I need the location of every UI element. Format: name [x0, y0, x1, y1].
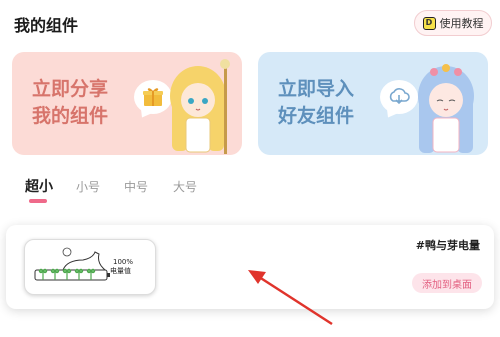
- add-to-desktop-button[interactable]: 添加到桌面: [412, 273, 482, 293]
- share-banner-line2: 我的组件: [32, 105, 109, 127]
- anime-character-illustration: [170, 59, 230, 154]
- widget-preview[interactable]: 100% 电量值: [24, 239, 156, 295]
- tab-extra-small[interactable]: 超小: [25, 176, 53, 196]
- widget-name: #鸭与芽电量: [415, 239, 480, 252]
- tutorial-label: 使用教程: [439, 17, 484, 30]
- import-widgets-banner[interactable]: 立即导入 好友组件: [258, 52, 488, 155]
- battery-label: 电量值: [110, 267, 131, 275]
- import-banner-line2: 好友组件: [278, 105, 355, 127]
- active-tab-indicator: [29, 199, 47, 203]
- tab-medium[interactable]: 中号: [124, 178, 148, 195]
- annotation-arrow: [248, 270, 333, 326]
- tab-small[interactable]: 小号: [76, 178, 100, 195]
- tutorial-icon: D: [422, 16, 436, 30]
- anime-character-illustration-blue: [418, 64, 474, 153]
- share-banner-line1: 立即分享: [32, 78, 109, 100]
- tab-large[interactable]: 大号: [173, 178, 197, 195]
- share-banner-text: 立即分享 我的组件: [32, 76, 108, 130]
- import-banner-text: 立即导入 好友组件: [278, 76, 354, 130]
- page-title: 我的组件: [14, 16, 79, 35]
- share-widgets-banner[interactable]: 立即分享 我的组件: [12, 52, 242, 155]
- duck-battery-illustration: [34, 247, 110, 281]
- import-banner-line1: 立即导入: [278, 78, 355, 100]
- tutorial-button[interactable]: D 使用教程: [414, 10, 492, 36]
- battery-percent: 100%: [113, 258, 134, 266]
